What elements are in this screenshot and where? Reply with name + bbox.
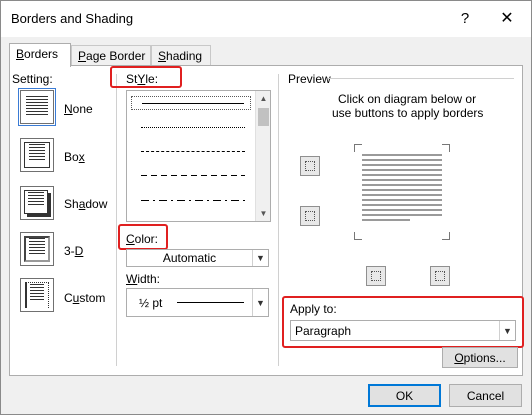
setting-3d-icon[interactable] bbox=[20, 232, 54, 266]
style-item-fine-dashed[interactable] bbox=[131, 145, 251, 159]
tab-page-border[interactable]: Page Border bbox=[71, 45, 151, 66]
color-highlight bbox=[118, 224, 168, 250]
preview-instructions-line2: use buttons to apply borders bbox=[332, 106, 484, 120]
apply-to-label: Apply to: bbox=[290, 302, 337, 316]
inside-border-button[interactable] bbox=[300, 206, 320, 226]
right-border-button[interactable] bbox=[430, 266, 450, 286]
borders-shading-dialog: Borders and Shading ? ✕ Borders Page Bor… bbox=[0, 0, 532, 415]
style-item-long-dashed[interactable] bbox=[131, 194, 251, 208]
cancel-button[interactable]: Cancel bbox=[449, 384, 522, 407]
help-button[interactable]: ? bbox=[445, 3, 485, 33]
width-value: ½ pt bbox=[139, 295, 163, 310]
style-scrollbar[interactable]: ▲ ▼ bbox=[255, 91, 270, 221]
color-value: Automatic bbox=[162, 251, 217, 265]
preview-rule bbox=[328, 78, 514, 79]
style-listbox[interactable]: ▲ ▼ bbox=[126, 90, 271, 222]
width-line-sample bbox=[177, 302, 244, 303]
tab-shading[interactable]: Shading bbox=[151, 45, 211, 66]
setting-box-icon[interactable] bbox=[20, 138, 54, 172]
preview-diagram[interactable] bbox=[354, 144, 450, 240]
style-item-solid[interactable] bbox=[131, 96, 251, 110]
left-border-button[interactable] bbox=[366, 266, 386, 286]
scroll-thumb[interactable] bbox=[258, 108, 269, 126]
tab-borders-label: orders bbox=[24, 47, 59, 61]
tab-page-border-mnemonic: P bbox=[78, 49, 87, 63]
setting-label: Setting: bbox=[12, 72, 53, 86]
preview-separator bbox=[278, 74, 279, 366]
width-label: Width: bbox=[126, 272, 161, 286]
borders-panel: Setting: None Box Shadow 3-D Custom StYl… bbox=[9, 65, 524, 376]
width-dropdown[interactable]: ½ pt ▼ bbox=[126, 288, 269, 317]
dialog-title: Borders and Shading bbox=[11, 11, 134, 26]
style-item-dashed[interactable] bbox=[131, 169, 251, 183]
preview-instructions-line1: Click on diagram below or bbox=[338, 92, 477, 106]
chevron-down-icon[interactable]: ▼ bbox=[499, 321, 515, 340]
setting-shadow-icon[interactable] bbox=[20, 186, 54, 220]
tab-page-border-label: age Border bbox=[86, 49, 146, 63]
apply-to-dropdown[interactable]: Paragraph ▼ bbox=[290, 320, 516, 341]
ok-button[interactable]: OK bbox=[368, 384, 441, 407]
tab-borders-mnemonic: B bbox=[16, 47, 25, 61]
setting-custom-icon[interactable] bbox=[20, 278, 54, 312]
scroll-up-icon[interactable]: ▲ bbox=[256, 91, 271, 106]
help-icon: ? bbox=[460, 9, 470, 27]
style-item-dotted[interactable] bbox=[131, 121, 251, 135]
setting-separator bbox=[116, 74, 117, 366]
setting-shadow-label[interactable]: Shadow bbox=[64, 197, 107, 211]
setting-box-label[interactable]: Box bbox=[64, 150, 85, 164]
setting-3d-label[interactable]: 3-D bbox=[64, 244, 83, 258]
tab-shading-label: hading bbox=[166, 49, 203, 63]
title-bar: Borders and Shading ? ✕ bbox=[1, 1, 531, 37]
tab-borders[interactable]: Borders bbox=[9, 43, 71, 67]
tab-shading-mnemonic: S bbox=[158, 49, 167, 63]
scroll-down-icon[interactable]: ▼ bbox=[256, 206, 271, 221]
preview-label: Preview bbox=[288, 72, 331, 86]
top-border-button[interactable] bbox=[300, 156, 320, 176]
setting-none-label[interactable]: None bbox=[64, 102, 93, 116]
setting-none-icon[interactable] bbox=[18, 88, 56, 126]
chevron-down-icon[interactable]: ▼ bbox=[252, 289, 268, 316]
close-button[interactable]: ✕ bbox=[485, 3, 529, 33]
apply-to-value: Paragraph bbox=[295, 323, 352, 338]
close-icon: ✕ bbox=[500, 10, 514, 27]
style-highlight bbox=[110, 66, 182, 88]
color-dropdown[interactable]: Automatic ▼ bbox=[126, 249, 269, 267]
options-button[interactable]: Options... bbox=[442, 347, 518, 368]
setting-custom-label[interactable]: Custom bbox=[64, 291, 105, 305]
chevron-down-icon[interactable]: ▼ bbox=[252, 250, 268, 266]
